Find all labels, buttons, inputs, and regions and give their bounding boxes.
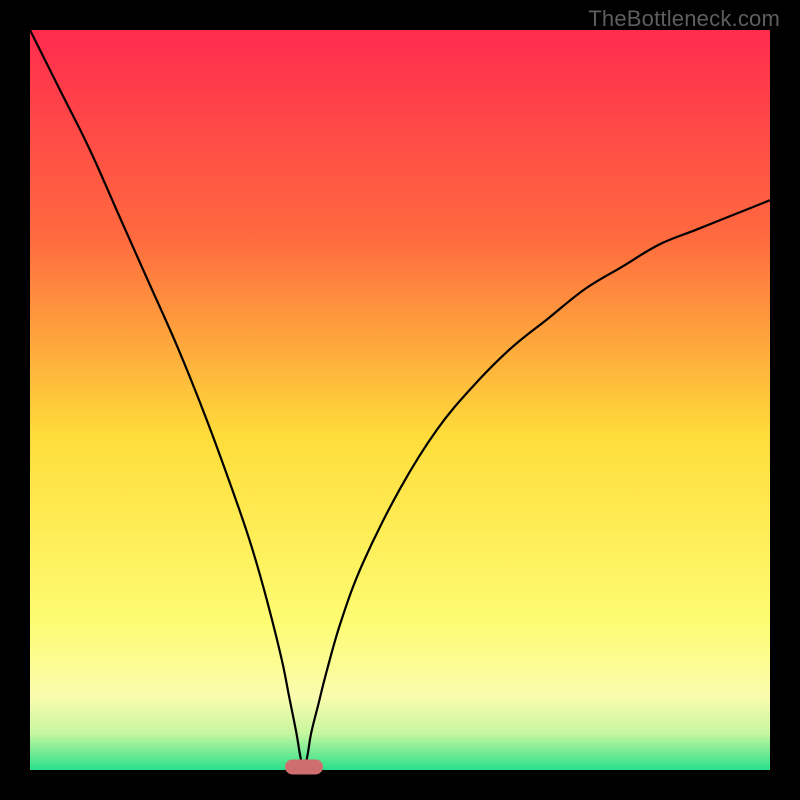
gradient-background [30, 30, 770, 770]
attribution-watermark: TheBottleneck.com [588, 6, 780, 32]
bottleneck-marker [285, 760, 323, 775]
bottleneck-chart-svg [30, 30, 770, 770]
plot-area [30, 30, 770, 770]
chart-container: TheBottleneck.com [0, 0, 800, 800]
